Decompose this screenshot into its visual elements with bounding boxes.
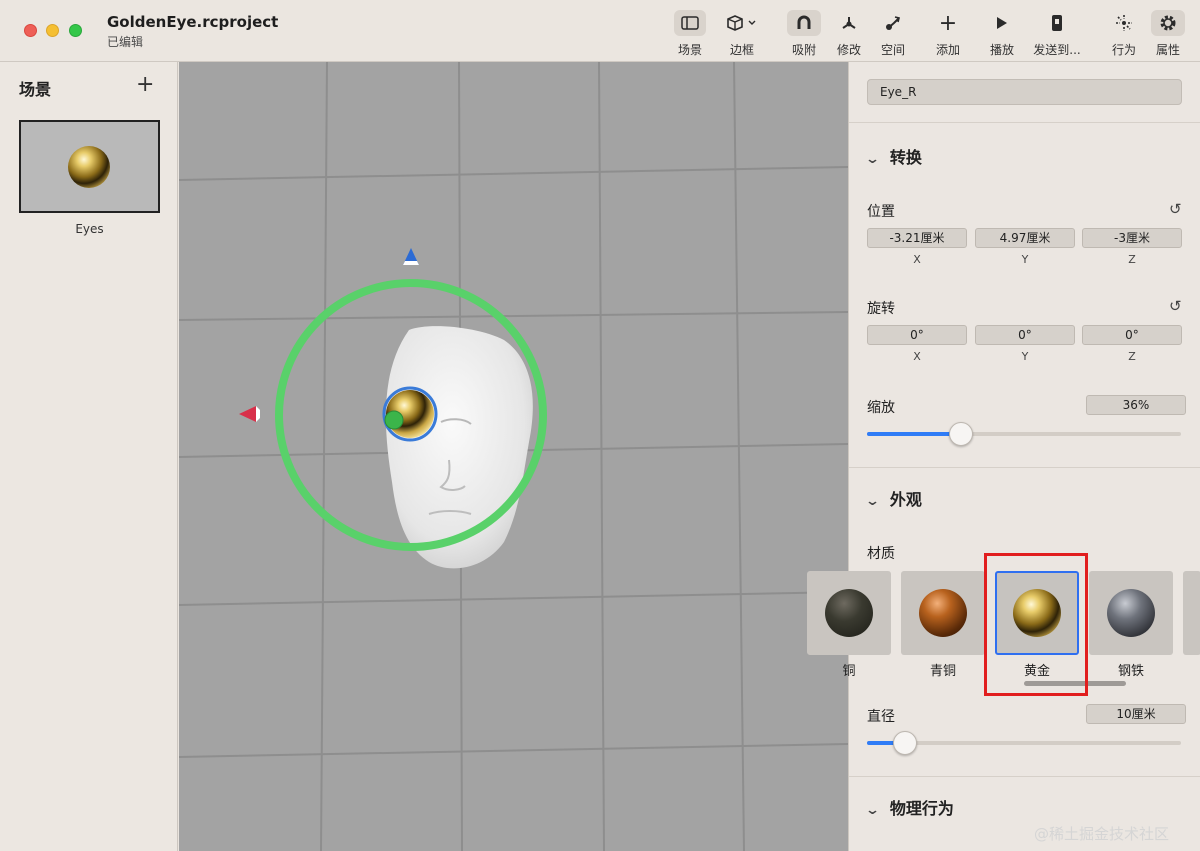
position-label: 位置 [867, 204, 895, 220]
magnet-icon [787, 10, 821, 36]
transform-section-header[interactable]: ⌄ 转换 [864, 144, 922, 168]
properties-inspector: Eye_R ⌄ 转换 位置 ↺ -3.21厘米 4.97厘米 -3厘米 X Y Z… [807, 62, 1200, 851]
object-name-field[interactable]: Eye_R [867, 79, 1182, 105]
add-scene-button[interactable]: + [136, 72, 154, 97]
rotation-y-field[interactable]: 0° [975, 325, 1075, 345]
annotation-highlight-box [984, 553, 1088, 696]
steel-sphere-icon [1107, 589, 1155, 637]
rotation-z-field[interactable]: 0° [1082, 325, 1182, 345]
physics-section-header[interactable]: ⌄ 物理行为 [864, 795, 954, 819]
divider [849, 776, 1200, 777]
material-label: 材质 [867, 546, 895, 562]
material-option-copper[interactable] [807, 571, 891, 655]
bronze-sphere-icon [919, 589, 967, 637]
position-x-field[interactable]: -3.21厘米 [867, 228, 967, 248]
device-icon [1030, 10, 1084, 36]
face-mask-model[interactable] [385, 326, 533, 569]
copper-sphere-icon [825, 589, 873, 637]
position-z-field[interactable]: -3厘米 [1082, 228, 1182, 248]
diameter-slider-knob[interactable] [893, 731, 917, 755]
material-label-steel: 钢铁 [1117, 664, 1144, 679]
document-status: 已编辑 [107, 35, 144, 49]
document-title: GoldenEye.rcproject [107, 13, 279, 31]
behaviors-icon [1108, 10, 1140, 36]
add-button[interactable]: + 添加 [930, 10, 966, 60]
minimize-window-button[interactable] [46, 24, 59, 37]
rotation-x-field[interactable]: 0° [867, 325, 967, 345]
behaviors-button[interactable]: 行为 [1108, 10, 1140, 60]
local-space-icon [876, 10, 910, 36]
axis-x-label: X [913, 253, 921, 266]
scene-toggle-button[interactable]: 场景 [672, 10, 708, 60]
axis-z-label: Z [1128, 253, 1136, 266]
scale-value-field[interactable]: 36% [1086, 395, 1186, 415]
scale-slider-knob[interactable] [949, 422, 973, 446]
scene-name: Eyes [75, 222, 104, 236]
axis-z-label: Z [1128, 350, 1136, 363]
gold-sphere-preview [68, 146, 110, 188]
appearance-section-header[interactable]: ⌄ 外观 [864, 486, 922, 510]
scale-slider-fill [867, 432, 961, 436]
reset-rotation-icon[interactable]: ↺ [1169, 297, 1182, 315]
modify-button[interactable]: 修改 [832, 10, 866, 60]
reset-position-icon[interactable]: ↺ [1169, 200, 1182, 218]
material-option-bronze[interactable] [901, 571, 985, 655]
send-to-button[interactable]: 发送到... [1030, 10, 1084, 60]
scene-thumbnail[interactable] [19, 120, 160, 213]
move-axes-icon [832, 10, 866, 36]
x-axis-arrow-icon[interactable] [239, 406, 256, 422]
rotation-label: 旋转 [867, 301, 895, 317]
divider [849, 122, 1200, 123]
chevron-down-icon: ⌄ [864, 152, 881, 167]
diameter-value-field[interactable]: 10厘米 [1086, 704, 1186, 724]
title-bar: GoldenEye.rcproject 已编辑 场景 边框 吸附 修改 空间 +… [0, 0, 1200, 62]
watermark: @稀土掘金技术社区 [1034, 825, 1170, 843]
scene-panel: 场景 + Eyes [0, 62, 178, 851]
bounds-menu-button[interactable]: 边框 [722, 10, 762, 60]
play-icon [986, 10, 1018, 36]
sidebar-icon [674, 10, 706, 36]
axis-y-label: Y [1021, 350, 1029, 363]
axis-y-label: Y [1021, 253, 1029, 266]
plus-icon: + [938, 10, 958, 36]
properties-button[interactable]: 属性 [1150, 10, 1186, 60]
axis-x-label: X [913, 350, 921, 363]
gear-icon [1151, 10, 1185, 36]
3d-viewport[interactable] [179, 62, 848, 851]
chevron-down-icon: ⌄ [864, 803, 881, 818]
scale-slider[interactable] [867, 432, 1181, 436]
material-label-copper: 铜 [842, 664, 856, 679]
snap-button[interactable]: 吸附 [786, 10, 822, 60]
play-button[interactable]: 播放 [986, 10, 1018, 60]
space-button[interactable]: 空间 [876, 10, 910, 60]
material-label-bronze: 青铜 [929, 664, 956, 679]
close-window-button[interactable] [24, 24, 37, 37]
diameter-label: 直径 [867, 709, 895, 725]
position-y-field[interactable]: 4.97厘米 [975, 228, 1075, 248]
zoom-window-button[interactable] [69, 24, 82, 37]
divider [849, 467, 1200, 468]
cube-icon [722, 10, 762, 36]
material-option-next[interactable] [1183, 571, 1200, 655]
scene-panel-title: 场景 [19, 80, 52, 99]
material-option-steel[interactable] [1089, 571, 1173, 655]
scale-label: 缩放 [867, 400, 895, 416]
chevron-down-icon: ⌄ [864, 494, 881, 509]
